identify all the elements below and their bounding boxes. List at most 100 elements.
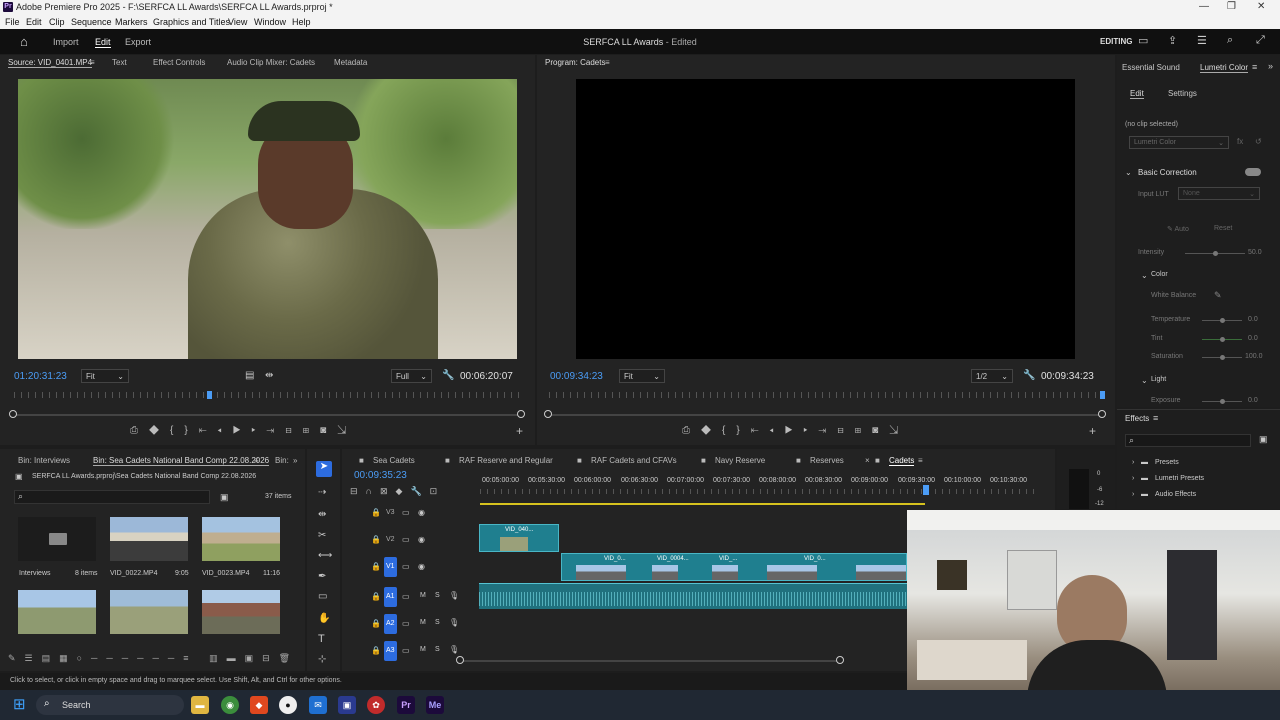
lumetri-presets-chevron-icon[interactable]: ›	[1132, 475, 1134, 482]
bin-item-vid0023[interactable]	[202, 517, 280, 561]
lock-icon[interactable]: 🔒	[371, 619, 381, 628]
temperature-slider[interactable]	[1202, 318, 1242, 323]
track-a3-label[interactable]: A3	[386, 647, 395, 654]
rectangle-tool-icon[interactable]: ▭	[318, 591, 327, 602]
presets-chevron-icon[interactable]: ›	[1132, 459, 1134, 466]
timeline-playhead[interactable]	[923, 485, 929, 495]
menu-view[interactable]: View	[228, 17, 247, 27]
exposure-value[interactable]: 0.0	[1248, 397, 1258, 404]
tab-reserves[interactable]: Reserves	[810, 456, 844, 465]
cadets-menu-icon[interactable]: ≡	[918, 456, 923, 465]
track-a2-label[interactable]: A2	[386, 620, 395, 627]
saturation-value[interactable]: 100.0	[1245, 353, 1263, 360]
timeline-toolbar[interactable]: ⊟∩⊠◆🔧⊡	[350, 486, 470, 500]
source-playhead[interactable]	[207, 391, 212, 399]
program-wrench-icon[interactable]: 🔧	[1023, 370, 1035, 381]
lock-icon[interactable]: 🔒	[371, 508, 381, 517]
tab-cadets[interactable]: Cadets	[889, 456, 915, 466]
lumetri-presets-folder[interactable]: Lumetri Presets	[1155, 475, 1204, 482]
timeline-zoom-left-handle[interactable]	[456, 656, 464, 664]
track-select-tool-icon[interactable]: ⇢	[318, 487, 326, 498]
menu-help[interactable]: Help	[292, 17, 311, 27]
saturation-slider[interactable]	[1202, 355, 1242, 360]
tab-bin-interviews[interactable]: Bin: Interviews	[18, 456, 70, 465]
tab-bin-sea-cadets[interactable]: Bin: Sea Cadets National Band Comp 22.08…	[93, 456, 270, 466]
tint-slider[interactable]	[1202, 337, 1242, 342]
mute-button[interactable]: M	[420, 646, 426, 653]
program-playhead[interactable]	[1100, 391, 1105, 399]
menu-edit[interactable]: Edit	[26, 17, 42, 27]
settings-icon[interactable]: ▤	[245, 370, 254, 381]
razor-tool-icon[interactable]: ✂	[318, 530, 326, 541]
reset-icon[interactable]: ↺	[1255, 137, 1262, 146]
windows-start-icon[interactable]: ⊞	[13, 695, 26, 713]
app-icon[interactable]: ▣	[338, 696, 356, 714]
lumetri-menu-icon[interactable]: ≡	[1252, 62, 1257, 72]
sync-icon[interactable]: ▭	[402, 619, 410, 628]
solo-button[interactable]: S	[435, 619, 440, 626]
source-zoom-bar[interactable]	[14, 414, 522, 416]
sync-icon[interactable]: ▭	[402, 562, 410, 571]
input-lut-select[interactable]: None ⌄	[1178, 187, 1260, 200]
hand-tool-icon[interactable]: ✋	[318, 613, 330, 624]
timeline-scrollbar[interactable]	[460, 660, 840, 662]
timeline-clip-v2[interactable]: VID_040...	[479, 524, 559, 552]
tab-text[interactable]: Text	[112, 58, 127, 67]
temperature-value[interactable]: 0.0	[1248, 316, 1258, 323]
menu-graphics[interactable]: Graphics and Titles	[153, 17, 230, 27]
wrench-icon[interactable]: 🔧	[442, 370, 454, 381]
bin-item-interviews[interactable]	[18, 517, 96, 561]
timeline-clip-v1[interactable]: VID_0... VID_0004... VID_... VID_0...	[561, 553, 907, 581]
caption-tool-icon[interactable]: ⊹	[318, 654, 326, 665]
mic-icon[interactable]: 🎙	[449, 591, 459, 600]
premiere-taskbar-icon[interactable]: Pr	[397, 696, 415, 714]
mute-button[interactable]: M	[420, 619, 426, 626]
source-zoom-left-handle[interactable]	[9, 410, 17, 418]
mic-icon[interactable]: 🎙	[449, 618, 459, 627]
panel-icon[interactable]: ▭	[1138, 34, 1148, 47]
find-icon[interactable]: ▣	[220, 492, 229, 503]
tab-audio-mixer[interactable]: Audio Clip Mixer: Cadets	[227, 58, 315, 67]
selection-tool-icon[interactable]: ➤	[316, 461, 332, 477]
bin-menu-icon[interactable]: ≡	[254, 456, 259, 465]
menu-file[interactable]: File	[5, 17, 20, 27]
pen-tool-icon[interactable]: ✒	[318, 571, 326, 582]
more-tabs-icon[interactable]: »	[293, 456, 297, 465]
program-zoom-left-handle[interactable]	[544, 410, 552, 418]
new-bin-icon[interactable]: ▣	[1259, 434, 1268, 445]
bin-item-thumbnail[interactable]	[202, 590, 280, 634]
program-fit-select[interactable]: Fit ⌄	[619, 369, 665, 383]
menu-sequence[interactable]: Sequence	[71, 17, 112, 27]
source-menu-icon[interactable]: ≡	[90, 58, 95, 67]
track-v3-label[interactable]: V3	[386, 509, 395, 516]
file-explorer-icon[interactable]: ▬	[191, 696, 209, 714]
tab-source[interactable]: Source: VID_0401.MP4	[8, 58, 93, 68]
color-chevron-icon[interactable]: ⌄	[1141, 271, 1148, 280]
effects-title[interactable]: Effects	[1125, 414, 1149, 423]
intensity-slider[interactable]	[1185, 251, 1245, 256]
light-header[interactable]: Light	[1151, 376, 1166, 383]
panel-expand-icon[interactable]: »	[1268, 61, 1273, 71]
menu-markers[interactable]: Markers	[115, 17, 148, 27]
timeline-ruler[interactable]	[480, 489, 1040, 494]
program-menu-icon[interactable]: ≡	[605, 58, 610, 67]
mic-icon[interactable]: 🎙	[449, 645, 459, 654]
tab-edit[interactable]: Edit	[1130, 89, 1144, 99]
fullscreen-icon[interactable]: ⤢	[1256, 34, 1265, 47]
tab-navy-reserve[interactable]: Navy Reserve	[715, 456, 765, 465]
chrome-icon[interactable]: ◉	[221, 696, 239, 714]
basic-correction-toggle[interactable]	[1245, 168, 1261, 176]
lock-icon[interactable]: 🔒	[371, 646, 381, 655]
tab-raf-reserve[interactable]: RAF Reserve and Regular	[459, 456, 553, 465]
effects-menu-icon[interactable]: ≡	[1153, 413, 1158, 423]
program-ruler[interactable]	[549, 392, 1105, 398]
program-quality-select[interactable]: 1/2 ⌄	[971, 369, 1013, 383]
eyedropper-icon[interactable]: ✎	[1214, 290, 1222, 301]
solo-button[interactable]: S	[435, 646, 440, 653]
insert-icon[interactable]: ⇹	[265, 370, 273, 381]
minimize-icon[interactable]: —	[1199, 1, 1209, 12]
bin-search-input[interactable]: ⌕	[14, 490, 210, 504]
ripple-edit-tool-icon[interactable]: ⇹	[318, 509, 326, 520]
timeline-timecode[interactable]: 00:09:35:23	[354, 470, 407, 481]
timeline-clip-a1[interactable]	[479, 583, 907, 609]
